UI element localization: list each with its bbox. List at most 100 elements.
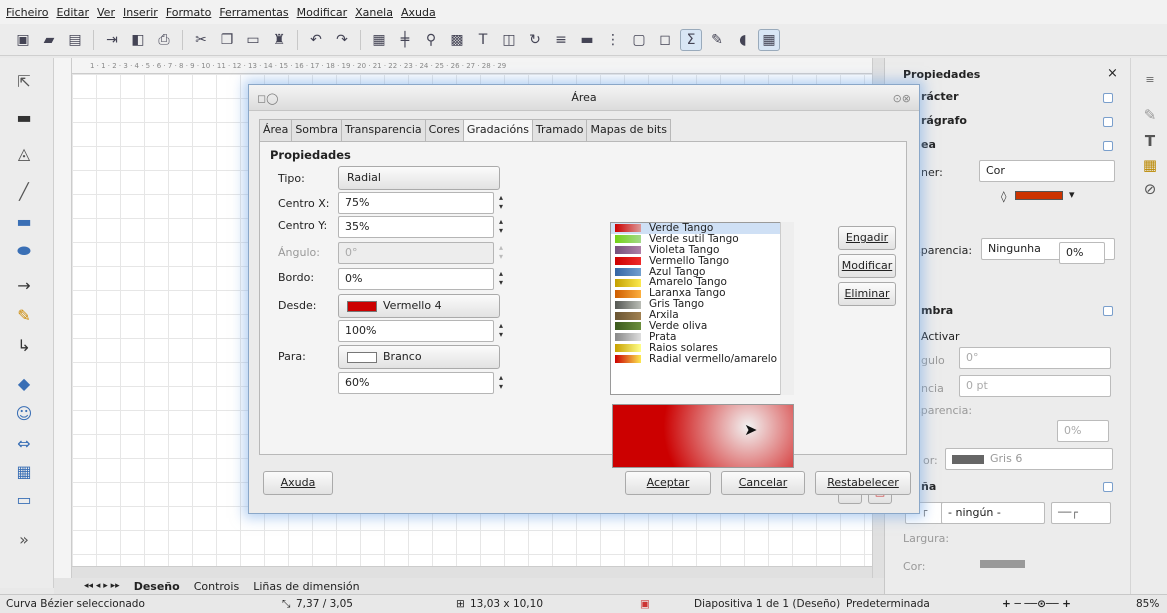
- cut-icon[interactable]: ✂: [190, 29, 212, 51]
- gradient-list-item[interactable]: Verde oliva: [611, 321, 793, 332]
- styles-icon[interactable]: T: [1139, 130, 1161, 152]
- help-button[interactable]: Axuda: [263, 471, 333, 495]
- align-icon[interactable]: ≡: [550, 29, 572, 51]
- arrow-style-select[interactable]: ──┌: [1051, 502, 1111, 524]
- gradient-list-scrollbar[interactable]: [780, 222, 794, 395]
- transparency-percent-field[interactable]: 0%: [1059, 242, 1105, 264]
- to-intensity-field[interactable]: 60%: [338, 372, 494, 394]
- textbox-icon[interactable]: T: [472, 29, 494, 51]
- more-options-icon[interactable]: [1103, 306, 1113, 316]
- border-field[interactable]: 0%: [338, 268, 494, 290]
- reset-button[interactable]: Restabelecer: [815, 471, 911, 495]
- close-icon[interactable]: ×: [1107, 66, 1118, 81]
- ellipse-icon[interactable]: ⬬: [12, 240, 36, 262]
- save-icon[interactable]: ▤: [64, 29, 86, 51]
- type-select[interactable]: Radial: [338, 166, 500, 190]
- menu-inserir[interactable]: Inserir: [123, 6, 158, 19]
- sidebar-section-shadow[interactable]: mbra: [921, 304, 953, 317]
- export-icon[interactable]: ⇥: [101, 29, 123, 51]
- tab-mapas-de-bits[interactable]: Mapas de bits: [586, 119, 671, 141]
- fill-color-icon[interactable]: ◬: [12, 142, 36, 164]
- horizontal-scrollbar[interactable]: [72, 566, 872, 578]
- copy-icon[interactable]: ❐: [216, 29, 238, 51]
- flowchart-icon[interactable]: ▦: [12, 460, 36, 482]
- more-tools-icon[interactable]: »: [12, 528, 36, 550]
- delete-button[interactable]: Eliminar: [838, 282, 896, 306]
- helplines-icon[interactable]: ╪: [394, 29, 416, 51]
- crop-icon[interactable]: ◻: [654, 29, 676, 51]
- zoom-slider[interactable]: + ─ ──⊙── +: [1002, 598, 1071, 610]
- properties-icon[interactable]: ✎: [1139, 104, 1161, 126]
- grid-icon[interactable]: ▦: [368, 29, 390, 51]
- gallery-icon[interactable]: ▦: [1139, 154, 1161, 176]
- more-options-icon[interactable]: [1103, 93, 1113, 103]
- angle-field[interactable]: 0°: [338, 242, 494, 264]
- distribute-icon[interactable]: ⋮: [602, 29, 624, 51]
- shadow-angle-field[interactable]: 0°: [959, 347, 1111, 369]
- gradient-list-item[interactable]: Vermello Tango: [611, 255, 793, 267]
- shadow-enable-checkbox[interactable]: Activar: [921, 330, 960, 343]
- spin-buttons[interactable]: ▴ ▾: [496, 321, 506, 339]
- add-button[interactable]: Engadir: [838, 226, 896, 250]
- to-color-select[interactable]: Branco: [338, 345, 500, 369]
- line-color-icon[interactable]: ▬: [12, 106, 36, 128]
- status-zoom[interactable]: 85%: [1136, 598, 1159, 610]
- spin-buttons[interactable]: ▴ ▾: [496, 217, 506, 235]
- sidebar-section-paragraph[interactable]: rágrafo: [921, 114, 967, 127]
- callouts-icon[interactable]: ▭: [12, 488, 36, 510]
- center-x-field[interactable]: 75%: [338, 192, 494, 214]
- menu-formato[interactable]: Formato: [166, 6, 212, 19]
- tab-controis[interactable]: Controis: [194, 580, 240, 593]
- from-intensity-field[interactable]: 100%: [338, 320, 494, 342]
- sidebar-section-line[interactable]: ña: [921, 480, 936, 493]
- line-color-swatch[interactable]: [980, 560, 1025, 568]
- new-icon[interactable]: ▣: [12, 29, 34, 51]
- shadow-distance-field[interactable]: 0 pt: [959, 375, 1111, 397]
- rectangle-icon[interactable]: ▬: [12, 210, 36, 232]
- gradient-list[interactable]: Verde Tango Verde sutil Tango Violeta Tang…: [610, 222, 794, 395]
- pencil-icon[interactable]: ✎: [706, 29, 728, 51]
- image-icon[interactable]: ▩: [446, 29, 468, 51]
- spin-buttons[interactable]: ▴ ▾: [496, 269, 506, 287]
- shadow-color-select[interactable]: Gris 6: [945, 448, 1113, 470]
- chevron-down-icon[interactable]: ▾: [1069, 188, 1075, 201]
- menu-axuda[interactable]: Axuda: [401, 6, 436, 19]
- spin-buttons[interactable]: ▴ ▾: [496, 373, 506, 391]
- tab-area[interactable]: Área: [259, 119, 293, 141]
- spin-buttons[interactable]: ▴ ▾: [496, 193, 506, 211]
- print-icon[interactable]: ⎙: [153, 29, 175, 51]
- zoom-icon[interactable]: ⚲: [420, 29, 442, 51]
- open-icon[interactable]: ▰: [38, 29, 60, 51]
- tab-gradacions[interactable]: Gradacións: [462, 119, 533, 142]
- menu-ver[interactable]: Ver: [97, 6, 115, 19]
- tab-deseno[interactable]: Deseño: [134, 580, 180, 593]
- menu-icon[interactable]: ≡: [1139, 68, 1161, 90]
- arrange-icon[interactable]: ▬: [576, 29, 598, 51]
- fill-type-select[interactable]: Cor: [979, 160, 1115, 182]
- menu-editar[interactable]: Editar: [56, 6, 89, 19]
- sidebar-section-character[interactable]: rácter: [921, 90, 959, 103]
- fill-color-swatch[interactable]: [1015, 191, 1063, 200]
- symbol-shapes-icon[interactable]: ☺: [12, 402, 36, 424]
- tab-sombra[interactable]: Sombra: [291, 119, 343, 141]
- sidebar-section-area[interactable]: ea: [921, 138, 936, 151]
- sidebar-toggle-icon[interactable]: ▦: [758, 28, 780, 51]
- more-options-icon[interactable]: [1103, 482, 1113, 492]
- modify-button[interactable]: Modificar: [838, 254, 896, 278]
- rotate-icon[interactable]: ↻: [524, 29, 546, 51]
- arrow-line-icon[interactable]: →: [12, 274, 36, 296]
- basic-shapes-icon[interactable]: ◆: [12, 372, 36, 394]
- menu-xanela[interactable]: Xanela: [355, 6, 393, 19]
- navigator-icon[interactable]: ⊘: [1139, 178, 1161, 200]
- redo-icon[interactable]: ↷: [331, 29, 353, 51]
- paste-icon[interactable]: ▭: [242, 29, 264, 51]
- cancel-button[interactable]: Cancelar: [721, 471, 805, 495]
- tab-cores[interactable]: Cores: [424, 119, 464, 141]
- chart-icon[interactable]: ◫: [498, 29, 520, 51]
- more-options-icon[interactable]: [1103, 141, 1113, 151]
- more-options-icon[interactable]: [1103, 117, 1113, 127]
- curve-icon[interactable]: ✎: [12, 304, 36, 326]
- tab-transparencia[interactable]: Transparencia: [341, 119, 426, 141]
- gradient-list-item[interactable]: Gris Tango: [611, 299, 793, 310]
- function-icon[interactable]: Σ: [680, 28, 702, 51]
